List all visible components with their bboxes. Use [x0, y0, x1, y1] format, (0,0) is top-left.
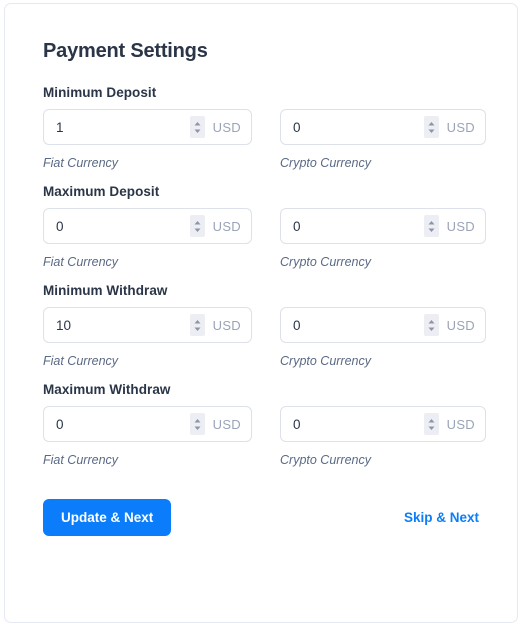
fiat-column: USD Fiat Currency	[43, 406, 252, 467]
fiat-column: USD Fiat Currency	[43, 307, 252, 368]
field-row-maximum-deposit: Maximum Deposit USD Fiat Currency	[43, 184, 486, 269]
currency-suffix: USD	[212, 317, 241, 333]
minimum-deposit-fiat-value[interactable]	[56, 119, 190, 135]
minimum-withdraw-fiat-input[interactable]: USD	[43, 307, 252, 343]
spinner-up-down-icon[interactable]	[189, 314, 205, 336]
currency-suffix: USD	[446, 416, 475, 432]
field-label: Minimum Withdraw	[43, 283, 168, 298]
minimum-deposit-crypto-value[interactable]	[293, 119, 424, 135]
column-gap	[252, 208, 280, 269]
maximum-withdraw-crypto-input[interactable]: USD	[280, 406, 486, 442]
spinner-up-down-icon[interactable]	[189, 413, 205, 435]
maximum-deposit-fiat-value[interactable]	[56, 218, 190, 234]
field-columns: USD Fiat Currency USD	[43, 406, 486, 467]
crypto-column: USD Crypto Currency	[280, 406, 486, 467]
maximum-deposit-fiat-input[interactable]: USD	[43, 208, 252, 244]
field-columns: USD Fiat Currency USD	[43, 307, 486, 368]
field-label: Maximum Deposit	[43, 184, 160, 199]
crypto-helper-text: Crypto Currency	[280, 453, 371, 467]
minimum-deposit-fiat-input[interactable]: USD	[43, 109, 252, 145]
currency-suffix: USD	[446, 218, 475, 234]
maximum-withdraw-crypto-value[interactable]	[293, 416, 424, 432]
fiat-helper-text: Fiat Currency	[43, 453, 119, 467]
page-title: Payment Settings	[43, 40, 208, 62]
fiat-helper-text: Fiat Currency	[43, 156, 119, 170]
currency-suffix: USD	[446, 119, 475, 135]
field-columns: USD Fiat Currency USD	[43, 208, 486, 269]
crypto-helper-text: Crypto Currency	[280, 255, 371, 269]
field-label: Minimum Deposit	[43, 85, 157, 100]
field-columns: USD Fiat Currency USD	[43, 109, 486, 170]
crypto-column: USD Crypto Currency	[280, 109, 486, 170]
fiat-helper-text: Fiat Currency	[43, 255, 119, 269]
minimum-withdraw-crypto-value[interactable]	[293, 317, 424, 333]
skip-and-next-link[interactable]: Skip & Next	[404, 510, 479, 525]
maximum-deposit-crypto-input[interactable]: USD	[280, 208, 486, 244]
spinner-up-down-icon[interactable]	[423, 314, 439, 336]
crypto-column: USD Crypto Currency	[280, 208, 486, 269]
crypto-column: USD Crypto Currency	[280, 307, 486, 368]
spinner-up-down-icon[interactable]	[423, 116, 439, 138]
currency-suffix: USD	[212, 218, 241, 234]
currency-suffix: USD	[446, 317, 475, 333]
field-row-minimum-deposit: Minimum Deposit USD Fiat Currency	[43, 85, 486, 170]
maximum-deposit-crypto-value[interactable]	[293, 218, 424, 234]
fiat-column: USD Fiat Currency	[43, 208, 252, 269]
spinner-up-down-icon[interactable]	[423, 413, 439, 435]
crypto-helper-text: Crypto Currency	[280, 156, 371, 170]
column-gap	[252, 307, 280, 368]
spinner-up-down-icon[interactable]	[189, 215, 205, 237]
spinner-up-down-icon[interactable]	[423, 215, 439, 237]
minimum-withdraw-crypto-input[interactable]: USD	[280, 307, 486, 343]
column-gap	[252, 109, 280, 170]
column-gap	[252, 406, 280, 467]
currency-suffix: USD	[212, 119, 241, 135]
spinner-up-down-icon[interactable]	[189, 116, 205, 138]
field-row-maximum-withdraw: Maximum Withdraw USD Fiat Currency	[43, 382, 486, 467]
field-label: Maximum Withdraw	[43, 382, 171, 397]
minimum-withdraw-fiat-value[interactable]	[56, 317, 190, 333]
currency-suffix: USD	[212, 416, 241, 432]
field-row-minimum-withdraw: Minimum Withdraw USD Fiat Currency	[43, 283, 486, 368]
payment-settings-card: Payment Settings Minimum Deposit USD	[4, 3, 518, 623]
update-and-next-button[interactable]: Update & Next	[43, 499, 172, 536]
fiat-column: USD Fiat Currency	[43, 109, 252, 170]
form-actions: Update & Next Skip & Next	[43, 499, 479, 570]
crypto-helper-text: Crypto Currency	[280, 354, 371, 368]
maximum-withdraw-fiat-value[interactable]	[56, 416, 190, 432]
fiat-helper-text: Fiat Currency	[43, 354, 119, 368]
maximum-withdraw-fiat-input[interactable]: USD	[43, 406, 252, 442]
minimum-deposit-crypto-input[interactable]: USD	[280, 109, 486, 145]
card-body: Payment Settings Minimum Deposit USD	[5, 4, 517, 570]
